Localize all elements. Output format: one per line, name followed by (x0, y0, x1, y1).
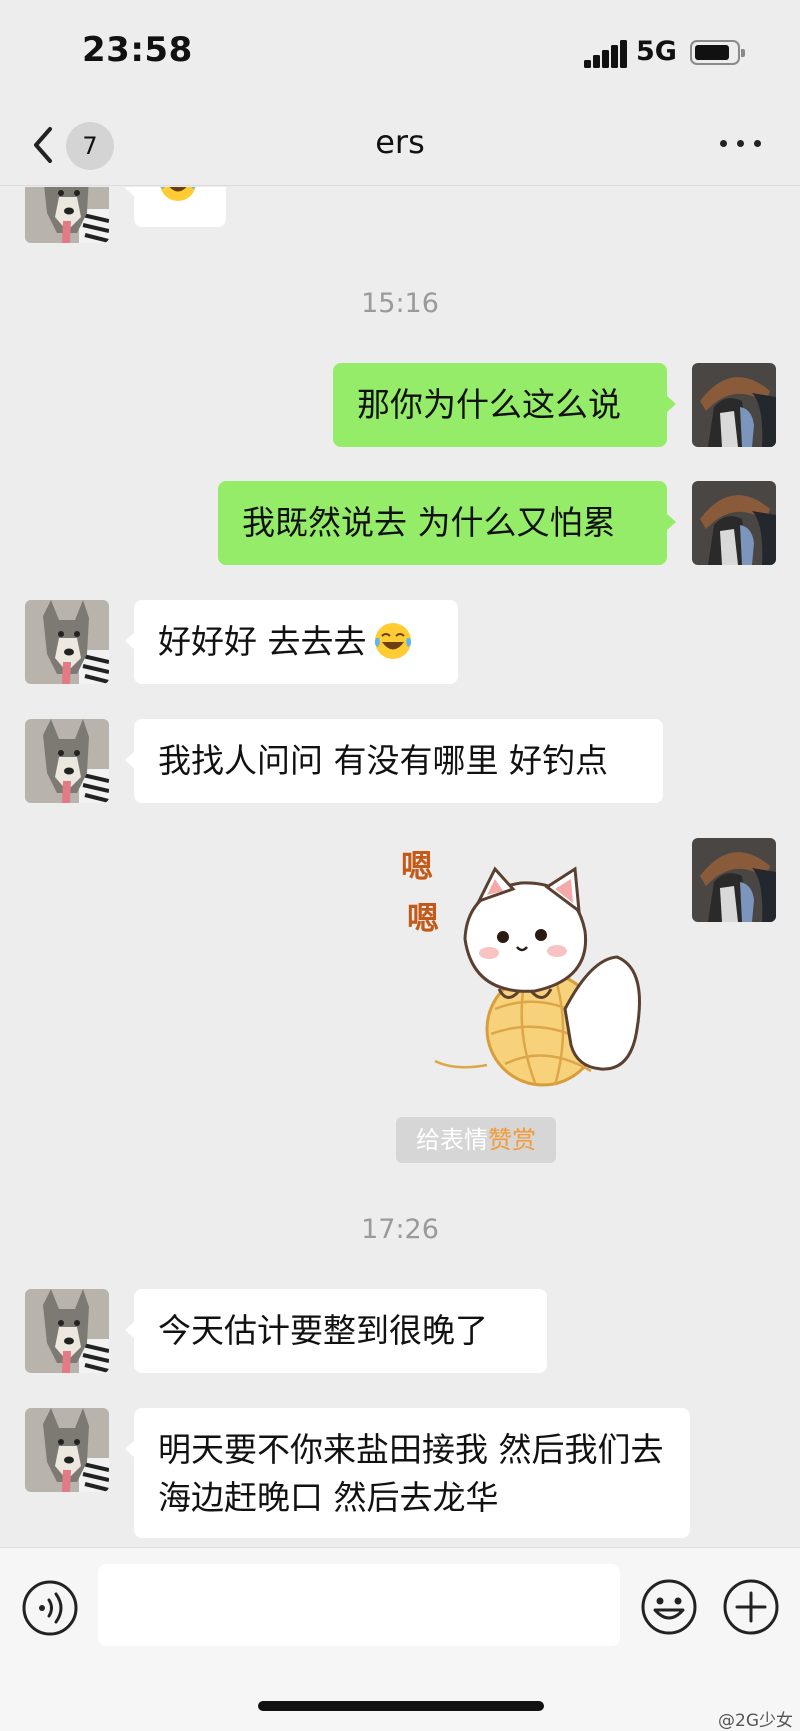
message-bubble-outgoing[interactable]: 我既然说去 为什么又怕累 (218, 481, 676, 565)
message-bubble-outgoing[interactable]: 那你为什么这么说 (333, 363, 676, 447)
watermark: @2G少女 (718, 1711, 793, 1731)
network-label: 5G (636, 36, 677, 67)
face-smile-icon (641, 1579, 697, 1635)
battery-icon (690, 40, 745, 65)
message-text: 好好好 去去去 (158, 622, 367, 661)
contact-avatar[interactable] (25, 1289, 109, 1373)
emoji-button[interactable] (640, 1578, 698, 1636)
self-avatar[interactable] (692, 363, 776, 447)
contact-avatar[interactable] (25, 187, 109, 243)
status-bar: 23:58 5G (0, 0, 800, 106)
self-avatar[interactable] (692, 481, 776, 565)
tears-of-joy-emoji (374, 623, 411, 659)
status-time: 23:58 (82, 30, 193, 70)
plus-circle-icon (723, 1579, 779, 1635)
sticker-text-1: 嗯 (401, 847, 433, 885)
contact-avatar[interactable] (25, 600, 109, 684)
message-bubble-incoming[interactable]: 好好好 去去去 (125, 600, 458, 684)
reward-highlight[interactable]: 赞赏 (488, 1126, 536, 1154)
contact-avatar[interactable] (25, 1408, 109, 1492)
signal-icon (584, 40, 627, 68)
contact-avatar[interactable] (25, 719, 109, 803)
cat-sticker[interactable]: 嗯 嗯 (395, 839, 661, 1101)
timestamp: 17:26 (361, 1214, 439, 1245)
nav-bar: 7 ers (0, 106, 800, 186)
home-indicator[interactable] (258, 1701, 544, 1711)
voice-icon (22, 1580, 78, 1636)
chat-title: ers (375, 123, 425, 161)
sticker-text-2: 嗯 (407, 899, 439, 937)
self-avatar[interactable] (692, 838, 776, 922)
message-bubble-incoming[interactable]: 今天估计要整到很晚了 (125, 1289, 547, 1373)
message-bubble-incoming[interactable]: 明天要不你来盐田接我 然后我们去海边赶晚口 然后去龙华 (125, 1408, 690, 1538)
more-dots-icon[interactable] (720, 136, 762, 150)
tears-of-joy-emoji (160, 187, 196, 201)
message-input[interactable] (98, 1564, 620, 1646)
sticker-reward-button[interactable]: 给表情赞赏 (396, 1117, 556, 1163)
more-actions-button[interactable] (722, 1578, 780, 1636)
message-bubble-incoming[interactable] (125, 187, 226, 227)
reward-prefix: 给表情 (416, 1126, 488, 1154)
message-list[interactable]: 15:16 那你为什么这么说 我既然说去 为什么又怕累 好好好 去去去 我找人问… (0, 187, 800, 1547)
voice-button[interactable] (22, 1580, 78, 1636)
message-bubble-incoming[interactable]: 我找人问问 有没有哪里 好钓点 (125, 719, 663, 803)
timestamp: 15:16 (361, 288, 439, 319)
cat-yarn-sticker-image: 嗯 嗯 (401, 847, 641, 1087)
